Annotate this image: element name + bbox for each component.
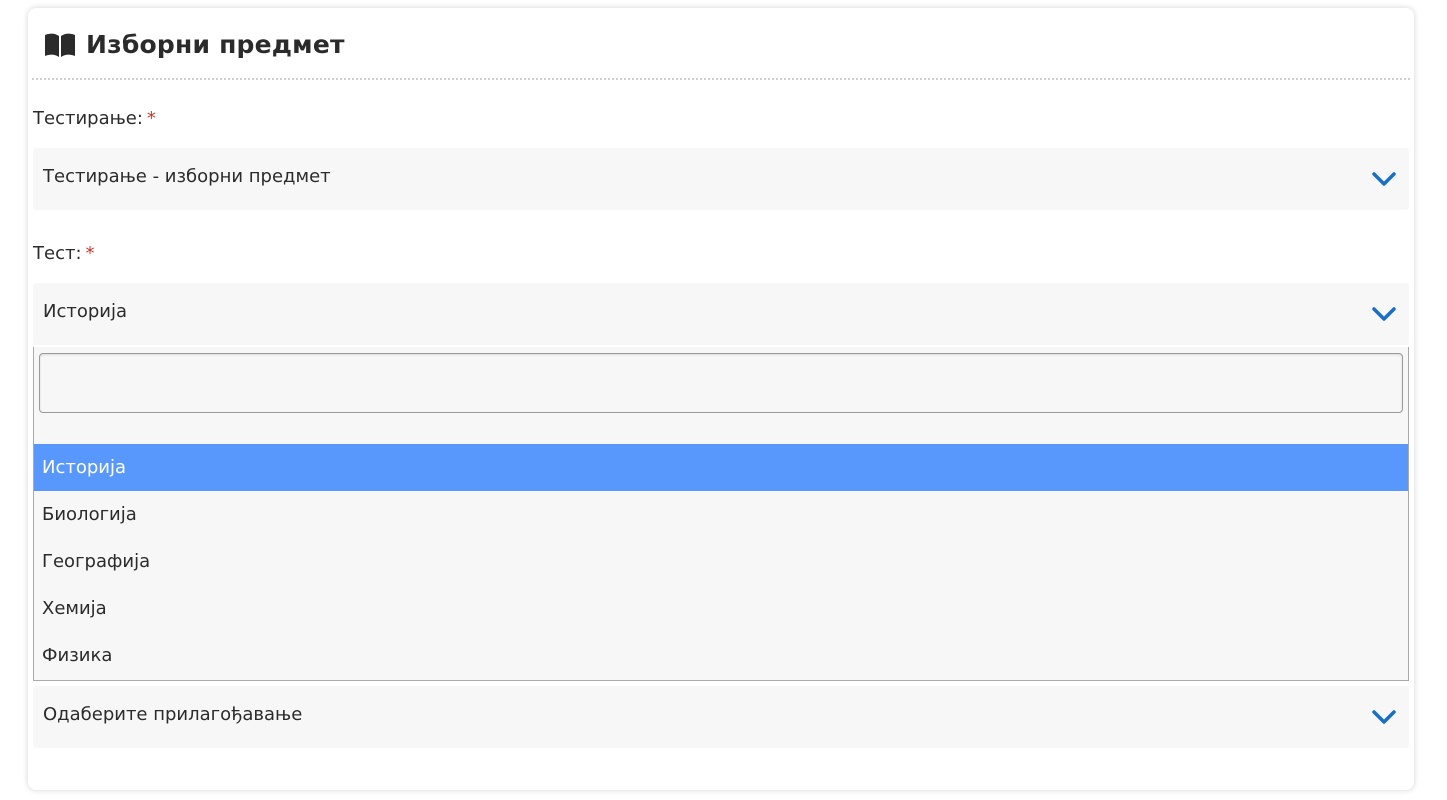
testing-select-value: Тестирање - изборни предмет [43, 166, 331, 187]
card-title: Изборни предмет [86, 30, 345, 59]
adjustment-select-value: Одаберите прилагођавање [43, 704, 303, 725]
dropdown-option[interactable]: Биологија [34, 491, 1408, 538]
header-divider [32, 78, 1410, 80]
dropdown-option[interactable]: Хемија [34, 585, 1408, 632]
dropdown-option[interactable]: Физика [34, 632, 1408, 679]
elective-subject-card: Изборни предмет Тестирање: * Тестирање - … [28, 8, 1414, 790]
card-header: Изборни предмет [44, 30, 345, 59]
chevron-down-icon [1371, 708, 1397, 726]
required-mark: * [85, 243, 95, 264]
testing-select[interactable]: Тестирање - изборни предмет [33, 148, 1409, 210]
test-dropdown: Историја Биологија Географија Хемија Физика [33, 347, 1409, 681]
test-select-value: Историја [43, 301, 128, 322]
test-label: Тест: * [33, 243, 95, 264]
testing-label: Тестирање: * [33, 108, 156, 129]
required-mark: * [146, 108, 156, 129]
dropdown-option[interactable]: Географија [34, 538, 1408, 585]
chevron-down-icon [1371, 305, 1397, 323]
dropdown-options-list: Историја Биологија Географија Хемија Физика [34, 444, 1408, 679]
test-label-text: Тест: [33, 243, 82, 264]
adjustment-select[interactable]: Одаберите прилагођавање [33, 686, 1409, 748]
test-select[interactable]: Историја [33, 283, 1409, 345]
dropdown-option[interactable]: Историја [34, 444, 1408, 491]
chevron-down-icon [1371, 170, 1397, 188]
open-book-icon [44, 32, 76, 58]
testing-label-text: Тестирање: [33, 108, 143, 129]
dropdown-search-input[interactable] [39, 353, 1403, 413]
